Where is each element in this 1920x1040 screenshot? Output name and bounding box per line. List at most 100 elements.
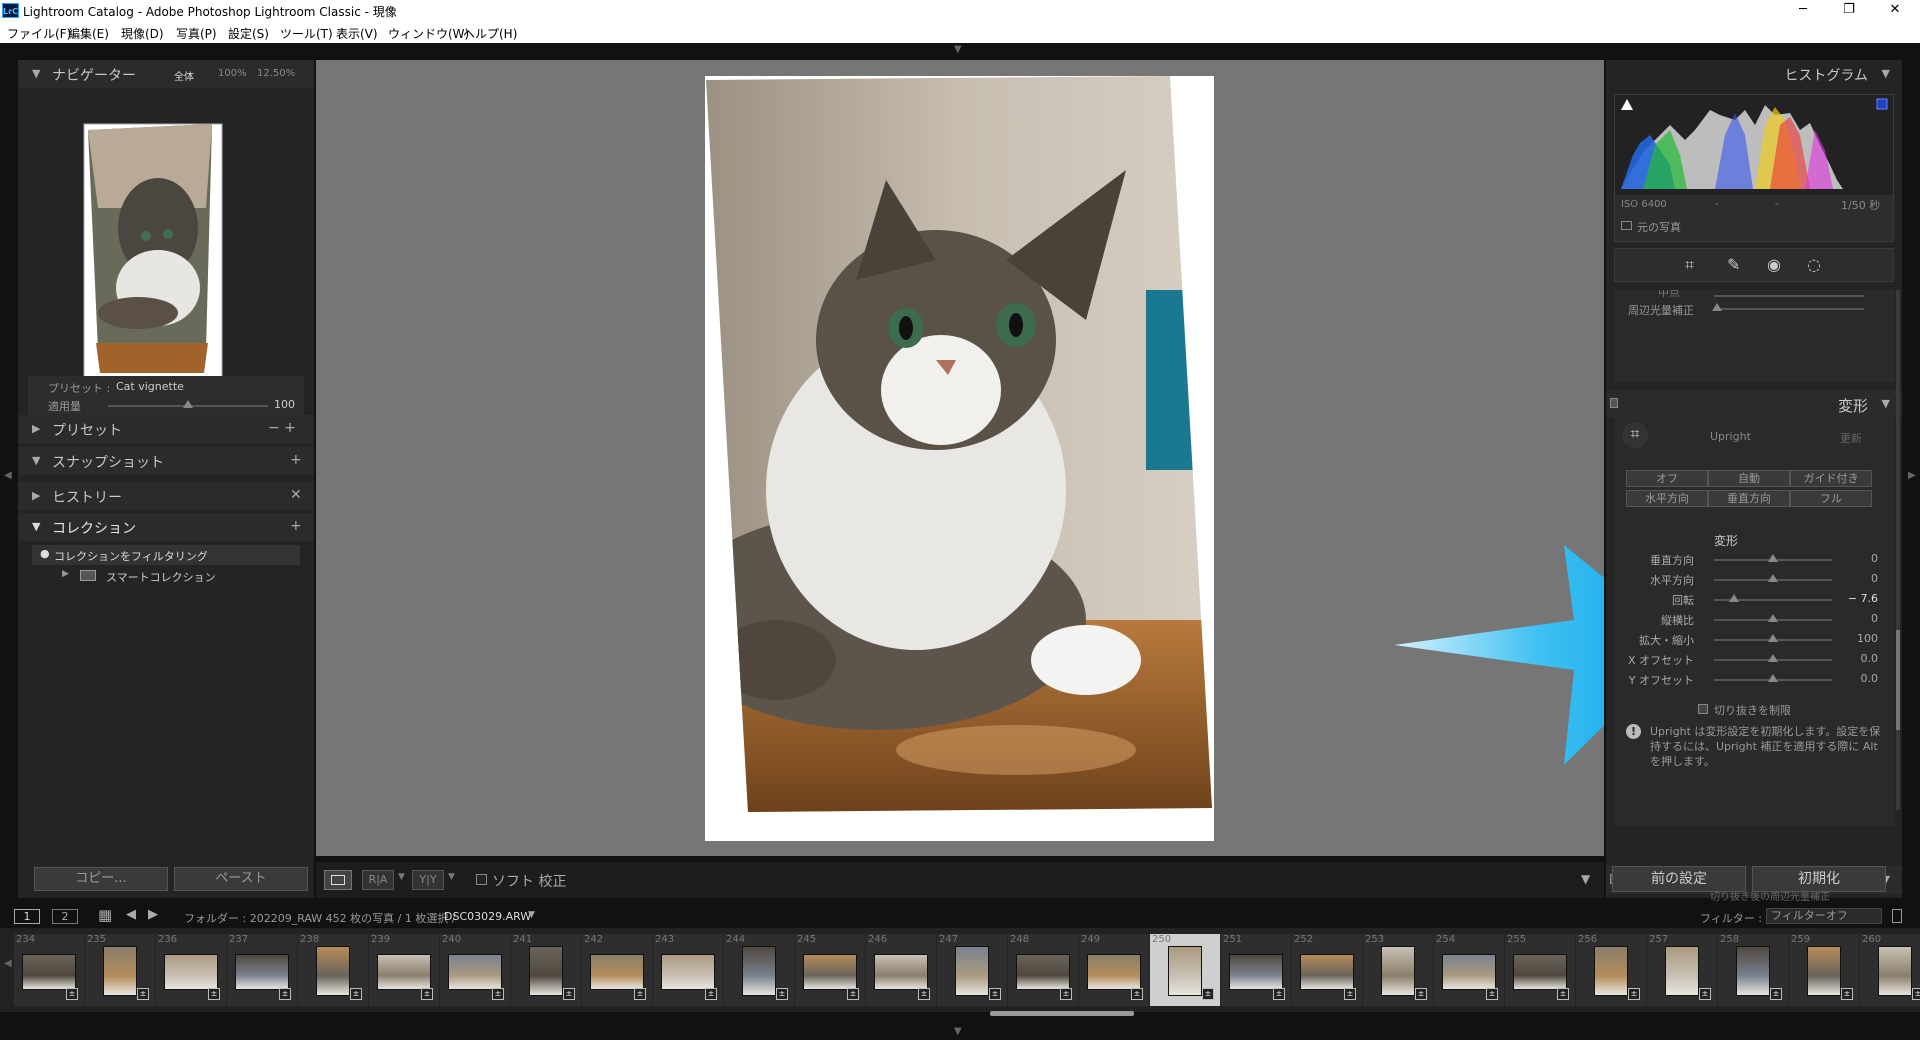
filmstrip-thumbnail[interactable]: 237 ±	[227, 934, 297, 1006]
image-canvas[interactable]	[316, 60, 1686, 856]
transform-header[interactable]: 変形 ▼	[1606, 390, 1902, 418]
filter-lock-icon[interactable]	[1892, 909, 1902, 923]
navigator-header[interactable]: ▼ ナビゲーター 全体 100% 12.50%	[18, 60, 314, 88]
filmstrip-thumbnail[interactable]: 235 ±	[85, 934, 155, 1006]
filmstrip-thumbnail[interactable]: 251 ±	[1221, 934, 1291, 1006]
histogram-header[interactable]: ヒストグラム ▼	[1606, 60, 1902, 88]
upright-full-button[interactable]: フル	[1790, 490, 1872, 507]
slider-thumb[interactable]	[1768, 574, 1778, 582]
soft-proof-checkbox[interactable]	[476, 874, 487, 885]
copy-button[interactable]: コピー...	[34, 867, 168, 891]
menu-develop[interactable]: 現像(D)	[121, 25, 164, 42]
dropdown-arrow-icon[interactable]: ▼	[448, 872, 455, 882]
paste-button[interactable]: ペースト	[174, 867, 308, 891]
slider-thumb[interactable]	[1768, 614, 1778, 622]
vignette-midpoint-track[interactable]	[1714, 295, 1864, 297]
filmstrip-thumbnail[interactable]: 247 ±	[937, 934, 1007, 1006]
right-panel-scrollbar[interactable]	[1896, 290, 1900, 810]
panel-toggle-switch[interactable]	[1610, 398, 1618, 408]
upright-level-button[interactable]: 水平方向	[1626, 490, 1708, 507]
menu-photo[interactable]: 写真(P)	[176, 25, 217, 42]
bottom-panel-toggle-icon[interactable]: ▼	[954, 1026, 962, 1037]
history-header[interactable]: ▶ ヒストリー ✕	[18, 482, 314, 510]
filmstrip-thumbnail[interactable]: 245 ±	[795, 934, 865, 1006]
slider-thumb[interactable]	[1768, 634, 1778, 642]
smart-collection-item[interactable]: ▶ スマートコレクション	[32, 566, 300, 586]
menu-settings[interactable]: 設定(S)	[228, 25, 269, 42]
collections-header[interactable]: ▼ コレクション +	[18, 513, 314, 541]
transform-crop-icon[interactable]: ⌗	[1622, 422, 1648, 448]
filmstrip-thumbnail[interactable]: 250 ±	[1150, 934, 1220, 1006]
filmstrip-thumbnail[interactable]: 257 ±	[1647, 934, 1717, 1006]
loupe-view-button[interactable]	[324, 870, 352, 890]
healing-brush-icon[interactable]: ✎	[1727, 255, 1740, 274]
filmstrip-thumbnail[interactable]: 256 ±	[1576, 934, 1646, 1006]
filmstrip-thumbnail[interactable]: 236 ±	[156, 934, 226, 1006]
filmstrip-thumbnail[interactable]: 239 ±	[369, 934, 439, 1006]
upright-vertical-button[interactable]: 垂直方向	[1708, 490, 1790, 507]
filmstrip-thumbnail[interactable]: 242 ±	[582, 934, 652, 1006]
filmstrip-left-arrow-icon[interactable]: ◀	[4, 958, 12, 969]
snapshots-header[interactable]: ▼ スナップショット +	[18, 447, 314, 475]
scrollbar-thumb[interactable]	[1896, 630, 1900, 730]
menu-window[interactable]: ウィンドウ(W)	[388, 25, 469, 42]
main-screen-button[interactable]: 1	[14, 909, 40, 924]
slider-thumb[interactable]	[1729, 594, 1740, 602]
filmstrip-thumbnail[interactable]: 258 ±	[1718, 934, 1788, 1006]
filmstrip-thumbnail[interactable]: 234 ±	[14, 934, 84, 1006]
filmstrip-thumbnail[interactable]: 249 ±	[1079, 934, 1149, 1006]
menu-edit[interactable]: 編集(E)	[68, 25, 109, 42]
selected-filename[interactable]: DSC03029.ARW	[444, 910, 531, 923]
filmstrip-thumbnail[interactable]: 254 ±	[1434, 934, 1504, 1006]
filmstrip-thumbnail[interactable]: 260 ±	[1860, 934, 1920, 1006]
close-button[interactable]: ✕	[1872, 0, 1918, 22]
upright-off-button[interactable]: オフ	[1626, 470, 1708, 487]
highlight-clip-indicator[interactable]	[1876, 98, 1888, 110]
masking-icon[interactable]: ◌	[1807, 255, 1821, 274]
before-after-lr-button[interactable]: R|A	[362, 870, 394, 890]
filmstrip-thumbnail[interactable]: 259 ±	[1789, 934, 1859, 1006]
toolbar-menu-icon[interactable]: ▼	[1581, 872, 1590, 886]
filmstrip-scrollbar[interactable]	[990, 1011, 1134, 1016]
filmstrip-thumbnail[interactable]: 243 ±	[653, 934, 723, 1006]
filmstrip-thumbnail[interactable]: 253 ±	[1363, 934, 1433, 1006]
dropdown-arrow-icon[interactable]: ▼	[398, 872, 405, 882]
filmstrip-thumbnail[interactable]: 241 ±	[511, 934, 581, 1006]
filmstrip-thumbnail[interactable]: 240 ±	[440, 934, 510, 1006]
update-link[interactable]: 更新	[1840, 430, 1862, 446]
filmstrip-thumbnail[interactable]: 238 ±	[298, 934, 368, 1006]
crop-icon[interactable]: ⌗	[1685, 255, 1694, 275]
amount-slider-thumb[interactable]	[183, 400, 193, 408]
presets-actions[interactable]: − +	[268, 420, 296, 436]
histogram-box[interactable]: ISO 6400 - - 1/50 秒 元の写真	[1614, 94, 1894, 242]
filmstrip-thumbnail[interactable]: 244 ±	[724, 934, 794, 1006]
forward-arrow-icon[interactable]: ▶	[148, 907, 158, 922]
clear-history-icon[interactable]: ✕	[290, 487, 302, 503]
upright-auto-button[interactable]: 自動	[1708, 470, 1790, 487]
slider-thumb[interactable]	[1768, 674, 1778, 682]
left-panel-toggle-icon[interactable]: ◀	[4, 470, 12, 481]
grid-view-icon[interactable]: ▦	[98, 906, 112, 924]
navigator-preview[interactable]	[18, 88, 314, 384]
add-snapshot-icon[interactable]: +	[290, 452, 302, 468]
vignette-slider-thumb[interactable]	[1712, 303, 1722, 311]
previous-settings-button[interactable]: 前の設定	[1612, 866, 1746, 892]
menu-tools[interactable]: ツール(T)	[280, 25, 333, 42]
zoom-fit[interactable]: 全体	[174, 68, 194, 83]
before-after-tb-button[interactable]: Y|Y	[412, 870, 444, 890]
second-screen-button[interactable]: 2	[52, 909, 78, 924]
constrain-crop-checkbox[interactable]	[1698, 704, 1708, 714]
menu-view[interactable]: 表示(V)	[336, 25, 378, 42]
presets-header[interactable]: ▶ プリセット − +	[18, 415, 314, 443]
filmstrip-thumbnail[interactable]: 255 ±	[1505, 934, 1575, 1006]
maximize-button[interactable]: ❐	[1826, 0, 1872, 22]
menu-file[interactable]: ファイル(F)	[7, 25, 71, 42]
minimize-button[interactable]: ─	[1780, 0, 1826, 22]
filmstrip-thumbnail[interactable]: 252 ±	[1292, 934, 1362, 1006]
original-photo-checkbox[interactable]	[1621, 221, 1632, 230]
menu-help[interactable]: ヘルプ(H)	[463, 25, 517, 42]
slider-thumb[interactable]	[1768, 554, 1778, 562]
zoom-100[interactable]: 100%	[218, 68, 247, 79]
vignette-slider-track[interactable]	[1714, 308, 1864, 310]
collection-filter-field[interactable]: ● コレクションをフィルタリング	[32, 545, 300, 565]
